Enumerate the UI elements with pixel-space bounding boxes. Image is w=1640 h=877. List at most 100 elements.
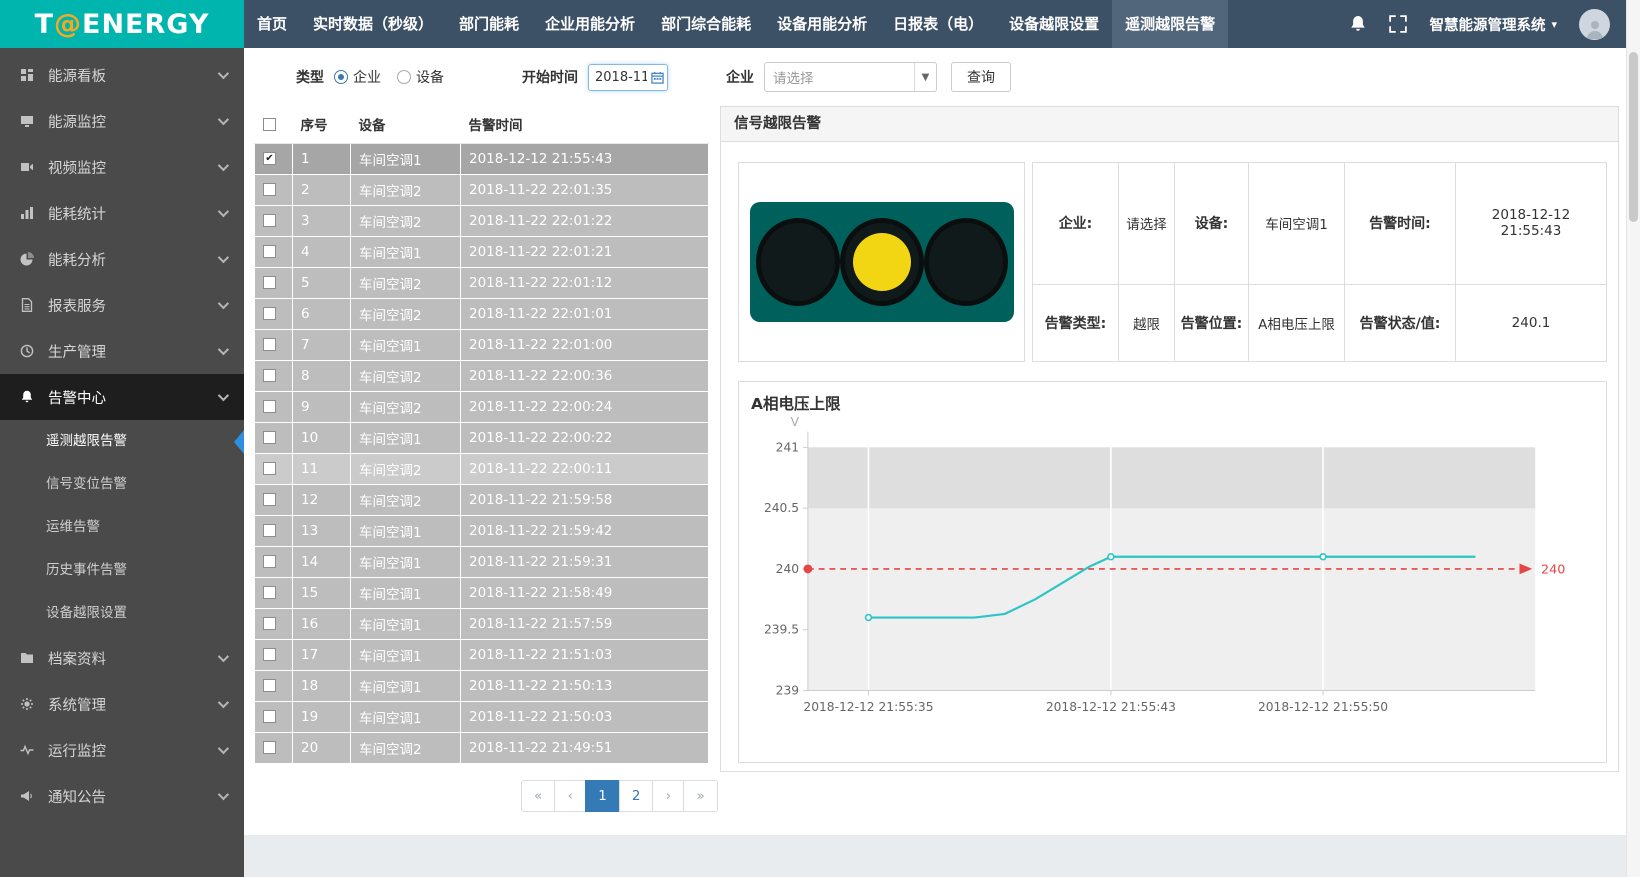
sidebar-item[interactable]: 能耗统计: [0, 190, 244, 236]
table-row[interactable]: 15车间空调12018-11-22 21:58:49: [255, 577, 709, 608]
row-checkbox[interactable]: [263, 338, 276, 351]
row-checkbox[interactable]: [263, 524, 276, 537]
table-row[interactable]: 11车间空调22018-11-22 22:00:11: [255, 453, 709, 484]
row-checkbox[interactable]: [263, 648, 276, 661]
nav-item[interactable]: 遥测越限告警: [1112, 0, 1228, 48]
table-row[interactable]: 4车间空调12018-11-22 22:01:21: [255, 236, 709, 267]
table-row[interactable]: 19车间空调12018-11-22 21:50:03: [255, 701, 709, 732]
table-row[interactable]: 20车间空调22018-11-22 21:49:51: [255, 732, 709, 763]
chevron-down-icon: [218, 697, 229, 708]
traffic-lamp-yellow: [840, 218, 924, 306]
svg-text:240: 240: [776, 562, 799, 576]
nav-item[interactable]: 部门能耗: [446, 0, 532, 48]
row-checkbox[interactable]: [263, 741, 276, 754]
table-row[interactable]: 18车间空调12018-11-22 21:50:13: [255, 670, 709, 701]
page-button-«[interactable]: «: [521, 780, 555, 812]
nav-item[interactable]: 部门综合能耗: [648, 0, 764, 48]
row-checkbox[interactable]: [263, 431, 276, 444]
row-checkbox[interactable]: [263, 710, 276, 723]
sidebar-subitem[interactable]: 运维告警: [0, 506, 244, 549]
type-radio-设备[interactable]: 设备: [397, 67, 444, 87]
nav-item[interactable]: 设备用能分析: [764, 0, 880, 48]
traffic-lamp-red: [756, 218, 840, 306]
row-checkbox[interactable]: [263, 183, 276, 196]
scrollbar-thumb[interactable]: [1629, 52, 1638, 222]
nav-item[interactable]: 实时数据（秒级）: [300, 0, 446, 48]
chevron-down-icon: [218, 390, 229, 401]
row-checkbox[interactable]: [263, 276, 276, 289]
table-row[interactable]: 2车间空调22018-11-22 22:01:35: [255, 174, 709, 205]
system-menu[interactable]: 智慧能源管理系统 ▾: [1429, 14, 1557, 35]
page-button-»[interactable]: »: [683, 780, 717, 812]
sidebar-item[interactable]: 系统管理: [0, 681, 244, 727]
sidebar-item-label: 生产管理: [48, 341, 218, 362]
notifications-bell-icon[interactable]: [1349, 15, 1367, 33]
row-checkbox[interactable]: [263, 369, 276, 382]
sidebar-item[interactable]: 能耗分析: [0, 236, 244, 282]
app-logo[interactable]: T@ENERGY: [0, 0, 244, 48]
row-checkbox[interactable]: [263, 462, 276, 475]
row-checkbox[interactable]: [263, 214, 276, 227]
traffic-light-card: [738, 162, 1025, 362]
page-scrollbar[interactable]: [1626, 0, 1640, 877]
sidebar-item[interactable]: 运行监控: [0, 727, 244, 773]
table-row[interactable]: 5车间空调22018-11-22 22:01:12: [255, 267, 709, 298]
nav-item[interactable]: 设备越限设置: [996, 0, 1112, 48]
calendar-icon[interactable]: [651, 71, 664, 84]
fullscreen-icon[interactable]: [1389, 15, 1407, 33]
table-row[interactable]: 8车间空调22018-11-22 22:00:36: [255, 360, 709, 391]
row-checkbox[interactable]: [263, 555, 276, 568]
row-checkbox[interactable]: [263, 617, 276, 630]
sidebar-item[interactable]: 档案资料: [0, 635, 244, 681]
query-button[interactable]: 查询: [951, 62, 1011, 92]
select-all-checkbox[interactable]: [263, 118, 276, 131]
type-radio-企业[interactable]: 企业: [334, 67, 381, 87]
sidebar-subitem[interactable]: 信号变位告警: [0, 463, 244, 506]
cell-time: 2018-11-22 21:58:49: [461, 577, 709, 608]
sidebar-item[interactable]: 视频监控: [0, 144, 244, 190]
nav-item[interactable]: 首页: [244, 0, 300, 48]
sidebar-subitem[interactable]: 历史事件告警: [0, 549, 244, 592]
row-checkbox[interactable]: [263, 679, 276, 692]
table-row[interactable]: 17车间空调12018-11-22 21:51:03: [255, 639, 709, 670]
table-row[interactable]: 13车间空调12018-11-22 21:59:42: [255, 515, 709, 546]
sidebar-item[interactable]: 能源看板: [0, 52, 244, 98]
table-row[interactable]: 14车间空调12018-11-22 21:59:31: [255, 546, 709, 577]
table-row[interactable]: 12车间空调22018-11-22 21:59:58: [255, 484, 709, 515]
table-row[interactable]: 9车间空调22018-11-22 22:00:24: [255, 391, 709, 422]
table-row[interactable]: 7车间空调12018-11-22 22:01:00: [255, 329, 709, 360]
row-checkbox[interactable]: [263, 307, 276, 320]
sidebar-subitem-label: 设备越限设置: [46, 605, 127, 621]
voltage-chart-card: A相电压上限 239239.5240240.52412018-12-12 21:…: [738, 381, 1607, 763]
sidebar-item[interactable]: 生产管理: [0, 328, 244, 374]
sidebar-subitem[interactable]: 设备越限设置: [0, 592, 244, 635]
row-checkbox[interactable]: [263, 245, 276, 258]
table-row[interactable]: 16车间空调12018-11-22 21:57:59: [255, 608, 709, 639]
page-button-›[interactable]: ›: [652, 780, 684, 812]
table-row[interactable]: 10车间空调12018-11-22 22:00:22: [255, 422, 709, 453]
table-row[interactable]: 3车间空调22018-11-22 22:01:22: [255, 205, 709, 236]
page-button-1[interactable]: 1: [585, 780, 620, 812]
nav-item[interactable]: 日报表（电）: [880, 0, 996, 48]
sidebar-subitem[interactable]: 遥测越限告警: [0, 420, 244, 463]
row-checkbox[interactable]: [263, 400, 276, 413]
sidebar-item[interactable]: 报表服务: [0, 282, 244, 328]
row-checkbox[interactable]: [263, 493, 276, 506]
cell-no: 1: [293, 143, 351, 174]
sidebar-item[interactable]: 通知公告: [0, 773, 244, 819]
row-checkbox[interactable]: [263, 586, 276, 599]
enterprise-select[interactable]: 请选择 ▼: [764, 62, 937, 92]
page-button-‹[interactable]: ‹: [554, 780, 586, 812]
svg-text:239: 239: [776, 683, 799, 697]
table-row[interactable]: 6车间空调22018-11-22 22:01:01: [255, 298, 709, 329]
row-checkbox[interactable]: ✔: [263, 152, 276, 165]
page-button-2[interactable]: 2: [619, 780, 654, 812]
avatar[interactable]: [1579, 9, 1610, 40]
system-icon: [20, 697, 36, 711]
nav-item[interactable]: 企业用能分析: [532, 0, 648, 48]
table-row[interactable]: ✔1车间空调12018-12-12 21:55:43: [255, 143, 709, 174]
type-radio-group: 企业设备: [334, 67, 460, 88]
sidebar-item[interactable]: 告警中心: [0, 374, 244, 420]
sidebar-item[interactable]: 能源监控: [0, 98, 244, 144]
sidebar-item-label: 报表服务: [48, 295, 218, 316]
